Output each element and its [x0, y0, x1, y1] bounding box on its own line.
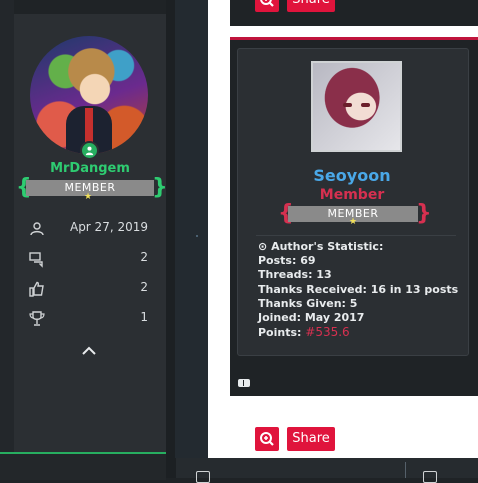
username-link[interactable]: MrDangem — [14, 161, 166, 176]
share-button[interactable]: Share — [287, 0, 335, 12]
zoom-in-icon — [260, 432, 274, 446]
author-avatar[interactable] — [311, 61, 402, 152]
stat-posts: Posts: 69 — [258, 254, 316, 268]
trophy-icon — [29, 311, 45, 326]
stat-points: Points: #535.6 — [258, 325, 350, 340]
statistic-heading: ⊙ Author's Statistic: — [258, 240, 384, 253]
rank-right-brace: } — [416, 201, 432, 226]
chevron-up-icon[interactable] — [80, 343, 98, 357]
reply-icon[interactable] — [423, 471, 437, 483]
author-statistics: ⊙ Author's Statistic: Posts: 69 Threads:… — [258, 240, 463, 340]
stat-thanks-given: Thanks Given: 5 — [258, 296, 358, 310]
points-value-link[interactable]: #535.6 — [305, 325, 349, 339]
stat-joined: Joined: May 2017 — [258, 311, 365, 325]
star-icon: ★ — [84, 192, 93, 202]
stat-row-joined: Apr 27, 2019 — [14, 218, 166, 238]
edit-icon[interactable] — [196, 471, 210, 483]
post-toolbar — [230, 370, 478, 396]
left-gutter — [0, 0, 14, 478]
user-icon — [30, 222, 44, 236]
toggle-icon[interactable] — [238, 379, 250, 387]
zoom-in-icon — [260, 0, 274, 7]
online-status-icon — [80, 141, 99, 160]
stats-separator — [256, 235, 456, 236]
messages-icon — [29, 252, 43, 268]
avatar[interactable] — [30, 36, 148, 154]
stat-row-messages: 2 — [14, 248, 166, 268]
share-button[interactable]: Share — [287, 427, 335, 451]
stat-threads: Threads: 13 — [258, 268, 332, 282]
stat-row-likes: 2 — [14, 278, 166, 298]
stat-thanks-received: Thanks Received: 16 in 13 posts — [258, 282, 459, 296]
gutter-dot — [196, 235, 198, 237]
stat-value: 2 — [140, 250, 148, 264]
author-title: Member — [319, 187, 385, 203]
gutter-stripe — [175, 0, 209, 458]
target-icon: ⊙ — [258, 240, 268, 253]
thumbs-up-icon — [29, 281, 44, 297]
toolbar-divider — [405, 462, 406, 478]
stat-value: 1 — [140, 310, 148, 324]
star-icon: ★ — [349, 217, 358, 227]
quote-zoom-button[interactable] — [255, 427, 279, 451]
stat-value: Apr 27, 2019 — [69, 220, 148, 234]
quote-zoom-button[interactable] — [255, 0, 279, 12]
stat-row-trophies: 1 — [14, 308, 166, 328]
stat-value: 2 — [140, 280, 148, 294]
author-name-link[interactable]: Seoyoon — [237, 166, 467, 185]
left-card-footer — [0, 452, 166, 480]
